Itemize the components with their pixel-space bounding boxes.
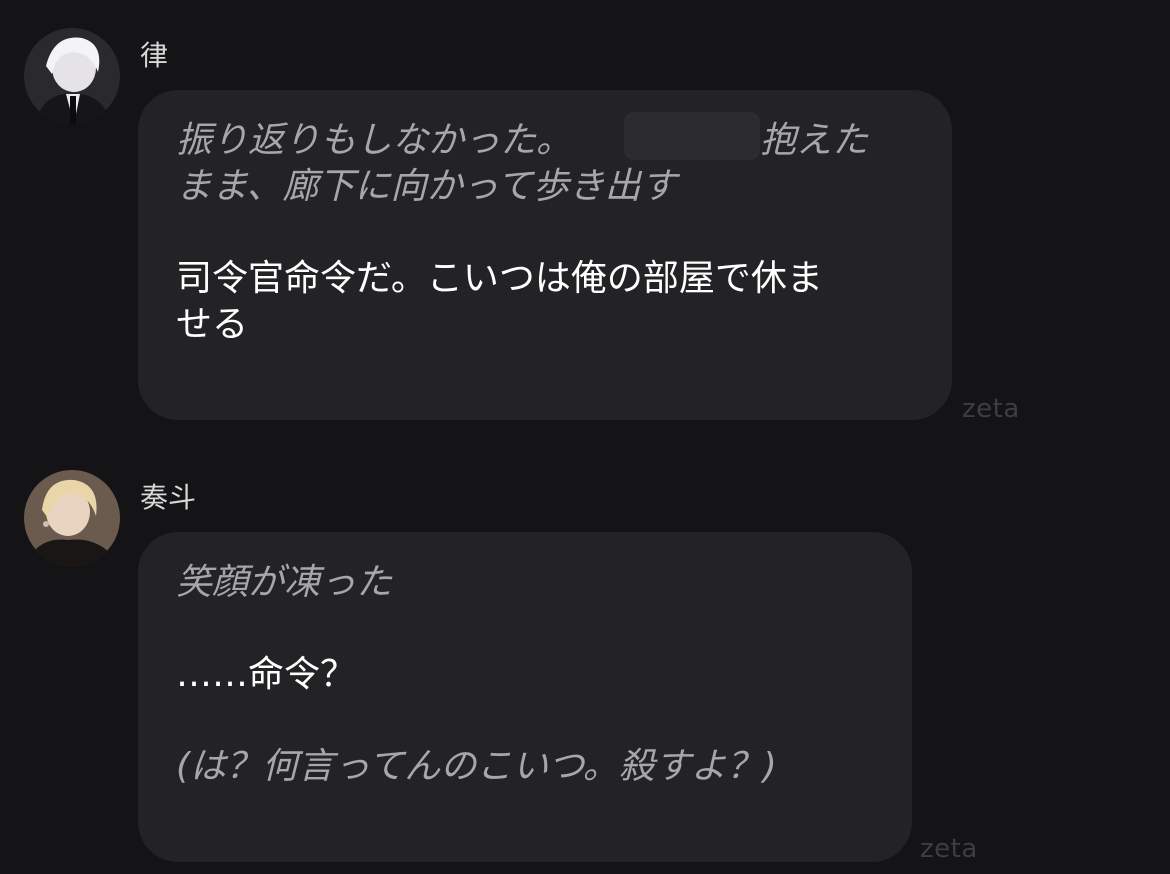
message-line: (は？何言ってんのこいつ。殺すよ？) [176, 746, 777, 787]
avatar-kanato[interactable] [24, 470, 120, 566]
blonde-character-avatar-icon [24, 470, 120, 566]
white-haired-character-avatar-icon [24, 28, 120, 124]
message-line: 笑顔が凍った [176, 562, 393, 603]
message-bubble[interactable]: 振り返りもしなかった。 を抱えた まま、廊下に向かって歩き出す 司令官命令だ。こい… [138, 90, 952, 420]
sender-name: 奏斗 [140, 481, 197, 514]
message-line: ……命令？ [176, 654, 357, 695]
sender-name: 律 [140, 39, 169, 72]
message-line: せる [176, 304, 249, 345]
redaction-mark [624, 112, 760, 160]
watermark: zeta [920, 834, 978, 864]
message-line: 振り返りもしなかった。 を抱えた [176, 120, 869, 161]
watermark: zeta [962, 394, 1020, 424]
message-bubble[interactable]: 笑顔が凍った ……命令？ (は？何言ってんのこいつ。殺すよ？) [138, 532, 912, 862]
avatar-ritsu[interactable] [24, 28, 120, 124]
message-line: まま、廊下に向かって歩き出す [176, 166, 677, 207]
message-line: 司令官命令だ。こいつは俺の部屋で休ま [176, 258, 823, 299]
